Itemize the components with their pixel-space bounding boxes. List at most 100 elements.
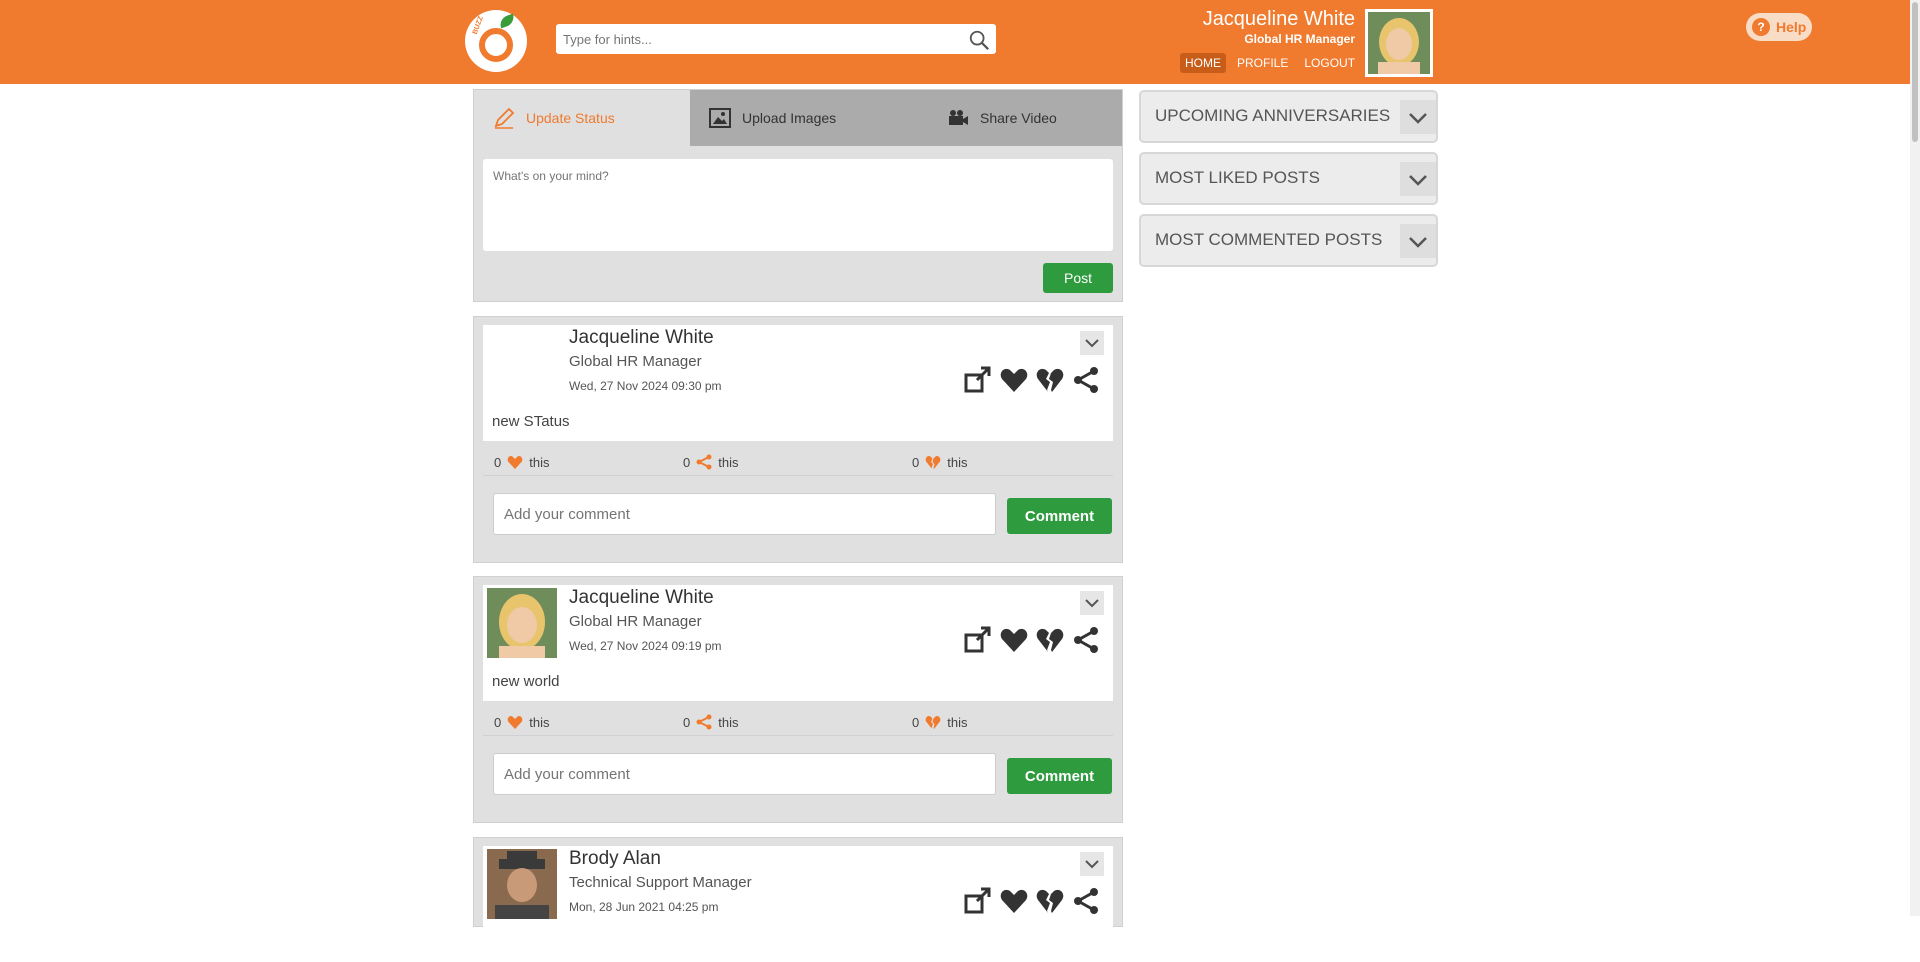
share-external-icon[interactable] [963, 625, 993, 655]
tab-share-video[interactable]: Share Video [906, 90, 1122, 146]
search-input[interactable] [556, 24, 956, 54]
widget-title: MOST COMMENTED POSTS [1155, 230, 1383, 249]
shares-count: 0 [683, 714, 691, 730]
post-menu-button[interactable] [1080, 852, 1104, 876]
header-user-title: Global HR Manager [1244, 32, 1355, 46]
shares-this-label: this [718, 454, 739, 470]
post-button[interactable]: Post [1043, 263, 1113, 293]
tab-update-status[interactable]: Update Status [474, 90, 690, 146]
dislikes-stat[interactable]: 0 this [912, 454, 967, 470]
dislikes-count: 0 [912, 454, 920, 470]
widget-toggle[interactable] [1400, 162, 1436, 196]
shares-stat[interactable]: 0 this [683, 454, 738, 470]
post-menu-button[interactable] [1080, 591, 1104, 615]
nav-logout[interactable]: LOGOUT [1299, 53, 1360, 73]
chevron-down-icon [1409, 175, 1427, 186]
search-icon[interactable] [968, 29, 990, 51]
chevron-down-icon [1409, 113, 1427, 124]
widget-toggle[interactable] [1400, 224, 1436, 258]
image-icon [709, 108, 731, 128]
likes-this-label: this [529, 714, 550, 730]
broken-heart-small-icon [925, 716, 941, 729]
nav-home[interactable]: HOME [1180, 53, 1226, 73]
share-external-icon[interactable] [963, 886, 993, 916]
post-date: Wed, 27 Nov 2024 09:19 pm [569, 639, 722, 653]
like-heart-icon[interactable] [999, 365, 1029, 395]
status-textarea[interactable] [483, 159, 1113, 251]
share-icon[interactable] [1071, 886, 1101, 916]
status-composer: Update Status Upload Images Share Video … [473, 89, 1123, 302]
author-photo-icon [487, 588, 557, 658]
comment-button[interactable]: Comment [1007, 498, 1112, 534]
divider [483, 735, 1113, 736]
comment-input[interactable] [494, 754, 995, 794]
post-author[interactable]: Jacqueline White [569, 587, 714, 609]
question-icon: ? [1752, 18, 1770, 36]
widget-toggle[interactable] [1400, 100, 1436, 134]
post-menu-button[interactable] [1080, 331, 1104, 355]
widget-upcoming-anniversaries[interactable]: UPCOMING ANNIVERSARIES [1139, 90, 1438, 143]
search-bar [556, 24, 996, 54]
like-heart-icon[interactable] [999, 625, 1029, 655]
author-avatar[interactable] [487, 849, 557, 919]
dislike-broken-heart-icon[interactable] [1035, 886, 1065, 916]
help-label: Help [1776, 19, 1807, 35]
post-date: Mon, 28 Jun 2021 04:25 pm [569, 900, 719, 914]
post-stats: 0 this 0 this 0 this [494, 710, 1104, 734]
scrollbar-thumb[interactable] [1912, 2, 1918, 142]
post-author-title: Global HR Manager [569, 613, 702, 630]
top-header: BUZZ Jacqueline White Global HR Manager … [0, 0, 1920, 84]
post-author-title: Global HR Manager [569, 353, 702, 370]
dislike-broken-heart-icon[interactable] [1035, 365, 1065, 395]
dislikes-this-label: this [947, 714, 968, 730]
post-stats: 0 this 0 this 0 this [494, 450, 1104, 474]
chevron-down-icon [1085, 599, 1099, 608]
status-box [483, 159, 1113, 251]
chevron-down-icon [1085, 339, 1099, 348]
heart-icon [507, 716, 523, 729]
likes-stat[interactable]: 0 this [494, 714, 549, 730]
comment-field [493, 493, 996, 535]
tab-upload-images-label: Upload Images [742, 110, 837, 126]
share-small-icon [696, 454, 712, 470]
likes-count: 0 [494, 714, 502, 730]
share-small-icon [696, 714, 712, 730]
shares-stat[interactable]: 0 this [683, 714, 738, 730]
post-author[interactable]: Jacqueline White [569, 327, 714, 349]
shares-this-label: this [718, 714, 739, 730]
share-icon[interactable] [1071, 625, 1101, 655]
widget-most-liked-posts[interactable]: MOST LIKED POSTS [1139, 152, 1438, 205]
user-avatar[interactable] [1365, 9, 1433, 77]
tab-share-video-label: Share Video [980, 110, 1057, 126]
dislike-broken-heart-icon[interactable] [1035, 625, 1065, 655]
page-scrollbar[interactable] [1910, 0, 1920, 916]
widget-most-commented-posts[interactable]: MOST COMMENTED POSTS [1139, 214, 1438, 267]
author-avatar[interactable] [487, 588, 557, 658]
dislikes-count: 0 [912, 714, 920, 730]
post-content: new STatus [492, 413, 570, 430]
share-external-icon[interactable] [963, 365, 993, 395]
shares-count: 0 [683, 454, 691, 470]
broken-heart-small-icon [925, 456, 941, 469]
nav-profile[interactable]: PROFILE [1232, 53, 1293, 73]
like-heart-icon[interactable] [999, 886, 1029, 916]
widget-title: MOST LIKED POSTS [1155, 168, 1321, 187]
author-avatar[interactable] [487, 328, 557, 398]
comment-input[interactable] [494, 494, 995, 534]
help-button[interactable]: ? Help [1746, 13, 1812, 41]
buzz-logo[interactable]: BUZZ [465, 10, 527, 72]
post-author[interactable]: Brody Alan [569, 848, 661, 870]
comment-button[interactable]: Comment [1007, 758, 1112, 794]
video-camera-icon [949, 110, 968, 125]
post-body: Jacqueline White Global HR Manager Wed, … [483, 585, 1113, 701]
heart-icon [507, 456, 523, 469]
header-user-name: Jacqueline White [1202, 8, 1355, 30]
post-author-title: Technical Support Manager [569, 874, 752, 891]
logo-orange-icon [479, 28, 513, 62]
avatar-photo-icon [1368, 12, 1430, 74]
share-icon[interactable] [1071, 365, 1101, 395]
likes-stat[interactable]: 0 this [494, 454, 549, 470]
dislikes-stat[interactable]: 0 this [912, 714, 967, 730]
comment-field [493, 753, 996, 795]
tab-upload-images[interactable]: Upload Images [690, 90, 906, 146]
